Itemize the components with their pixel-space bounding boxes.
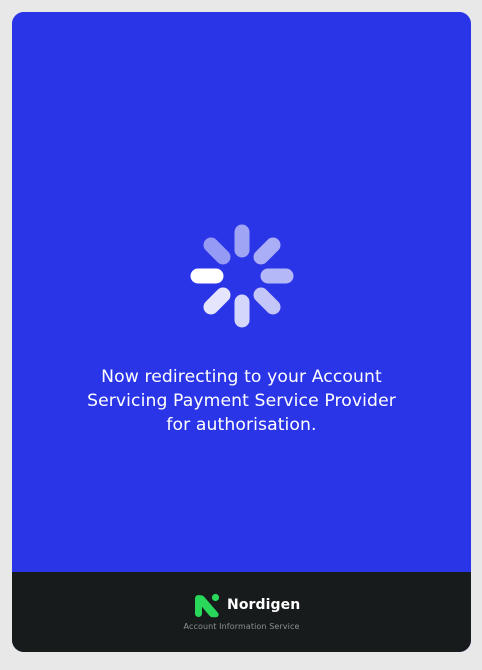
brand: Nordigen: [193, 591, 300, 619]
redirect-message-line: for authorisation.: [166, 415, 317, 435]
nordigen-logo-icon: [195, 593, 220, 618]
redirect-panel: Now redirecting to your Account Servicin…: [12, 12, 471, 572]
brand-name: Nordigen: [227, 597, 301, 613]
redirect-card: Now redirecting to your Account Servicin…: [12, 12, 471, 652]
footer: Nordigen Account Information Service: [12, 572, 471, 652]
spinner-spoke: [253, 237, 281, 265]
loading-spinner-icon: [190, 224, 294, 328]
spinner-spoke: [203, 237, 231, 265]
redirect-message-line: Now redirecting to your Account: [101, 367, 382, 387]
redirect-message: Now redirecting to your Account Servicin…: [52, 365, 431, 437]
spinner-spoke: [203, 287, 231, 315]
brand-tagline: Account Information Service: [183, 622, 300, 631]
spinner-spoke: [253, 287, 281, 315]
redirect-message-line: Servicing Payment Service Provider: [87, 391, 396, 411]
